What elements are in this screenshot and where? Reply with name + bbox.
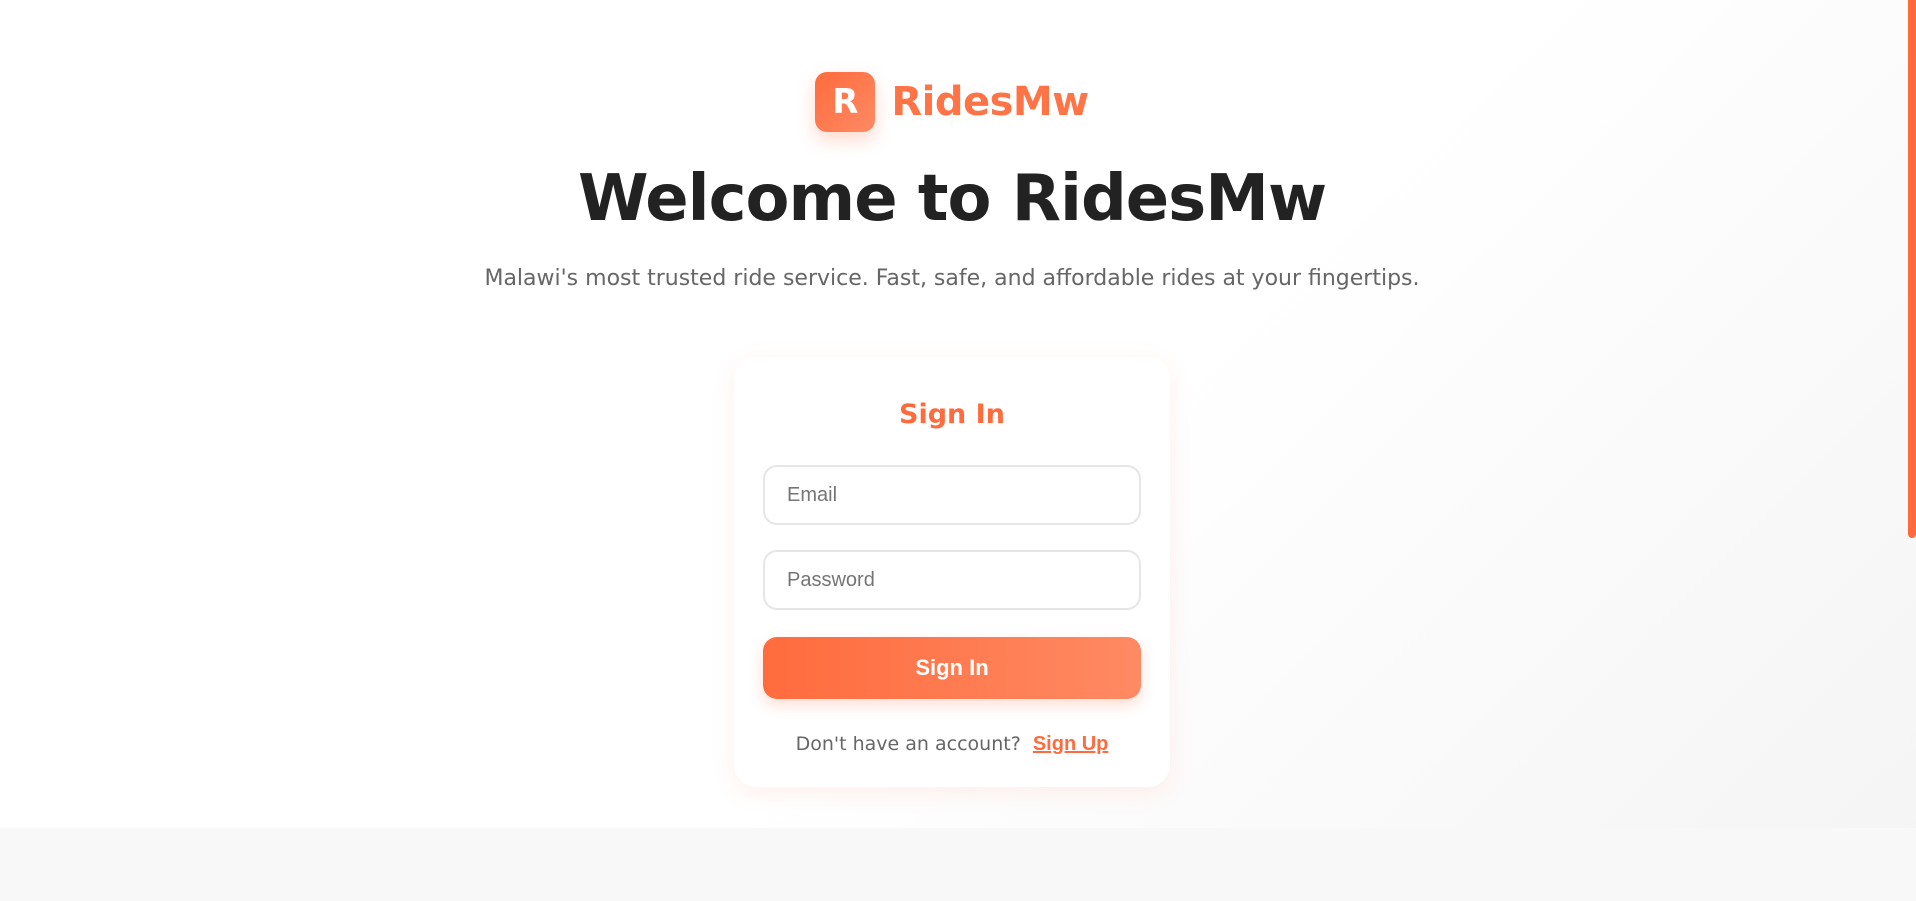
- signup-link[interactable]: Sign Up: [1033, 733, 1109, 755]
- brand-logo-letter: R: [832, 82, 859, 122]
- password-field[interactable]: [763, 550, 1141, 610]
- brand-header: R RidesMw: [0, 72, 1904, 132]
- signup-prompt-row: Don't have an account? Sign Up: [734, 733, 1170, 756]
- email-field[interactable]: [763, 465, 1141, 525]
- signin-card: Sign In Sign In Don't have an account? S…: [734, 357, 1170, 787]
- brand-logo-icon: R: [815, 72, 876, 132]
- signin-heading: Sign In: [899, 399, 1005, 430]
- brand-name: RidesMw: [891, 79, 1089, 125]
- signup-prompt-text: Don't have an account?: [795, 733, 1021, 755]
- page-subtitle: Malawi's most trusted ride service. Fast…: [484, 266, 1420, 291]
- signin-button[interactable]: Sign In: [763, 637, 1141, 699]
- scrollbar[interactable]: [1908, 0, 1916, 538]
- page-title: Welcome to RidesMw: [577, 162, 1327, 236]
- page-footer-band: [0, 828, 1916, 901]
